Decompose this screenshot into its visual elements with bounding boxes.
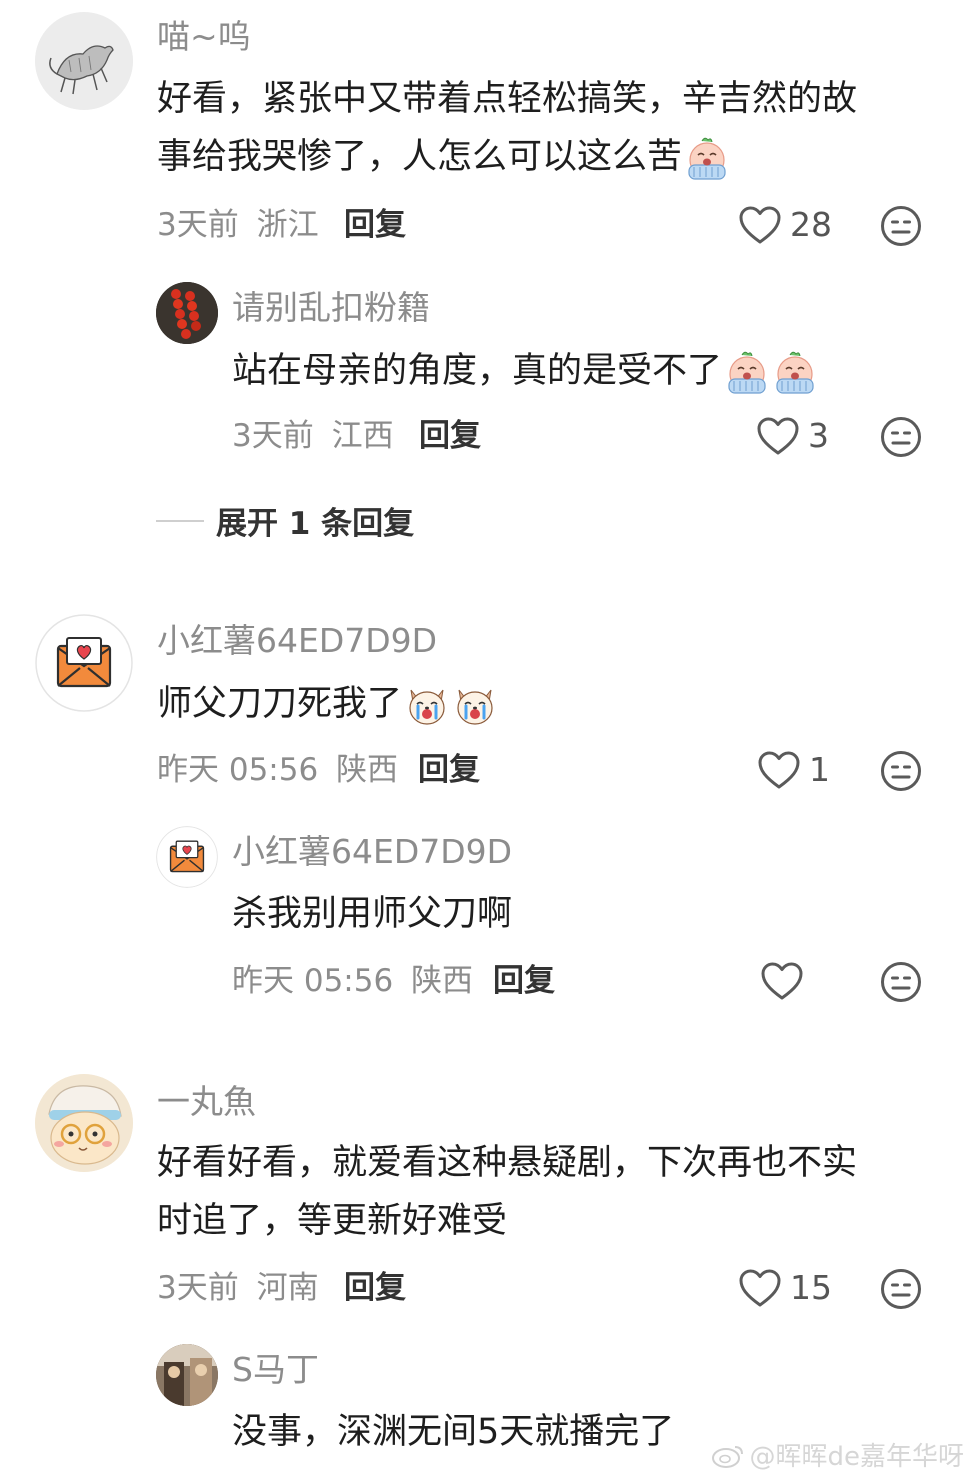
reply-username[interactable]: S马丁 <box>232 1350 319 1390</box>
comment-text-content: 师父刀刀死我了 <box>157 684 403 724</box>
comment-text: 师父刀刀死我了 <box>157 675 498 733</box>
crying-egg-emoji-icon <box>772 349 818 395</box>
reply-button[interactable]: 回复 <box>344 1268 406 1308</box>
meh-face-icon[interactable] <box>880 205 922 247</box>
reply-text: 站在母亲的角度，真的是受不了 <box>232 342 818 400</box>
reply-text: 杀我别用师父刀啊 <box>232 894 513 934</box>
heart-icon <box>738 1268 782 1308</box>
comment-username[interactable]: 喵~呜 <box>157 17 251 57</box>
reply-username[interactable]: 请别乱扣粉籍 <box>232 288 430 328</box>
heart-icon <box>756 416 800 456</box>
like-count: 28 <box>790 205 832 244</box>
comment-time: 昨天 05:56 <box>157 752 319 788</box>
reply-text: 没事，深渊无间5天就播完了 <box>232 1412 675 1452</box>
like-count: 1 <box>809 750 830 789</box>
heart-icon <box>757 750 801 790</box>
reply-meta: 3天前 江西 <box>232 416 394 456</box>
envelope-heart-avatar[interactable] <box>156 826 218 888</box>
like-button[interactable] <box>760 959 804 1003</box>
heart-icon <box>738 205 782 245</box>
comment-location: 陕西 <box>336 752 399 788</box>
reply-button[interactable]: 回复 <box>418 750 480 790</box>
photo-avatar[interactable] <box>156 1344 218 1406</box>
meh-face-icon[interactable] <box>880 1268 922 1310</box>
reply-button[interactable]: 回复 <box>344 205 406 245</box>
comment-location: 浙江 <box>256 207 319 243</box>
comment-meta: 3天前 河南 <box>157 1268 319 1308</box>
weibo-logo-icon <box>712 1445 744 1468</box>
red-beads-icon <box>156 282 218 344</box>
comment-text-line: 好看好看，就爱看这种悬疑剧，下次再也不实 <box>157 1143 858 1183</box>
watermark: @晖晖de嘉年华呀 <box>711 1436 964 1473</box>
comment-location: 河南 <box>256 1270 319 1306</box>
crying-dog-emoji-icon <box>404 682 450 728</box>
comment-text-line: 事给我哭惨了，人怎么可以这么苦 <box>157 128 857 186</box>
like-button[interactable]: 1 <box>757 748 830 792</box>
envelope-heart-avatar[interactable] <box>35 614 133 712</box>
comment-username[interactable]: 一丸魚 <box>157 1082 256 1122</box>
comment-text-line: 时追了，等更新好难受 <box>157 1201 508 1241</box>
divider-line <box>156 519 204 522</box>
reply-location: 江西 <box>331 418 394 454</box>
comment-text-line-2: 事给我哭惨了，人怎么可以这么苦 <box>157 137 683 177</box>
crying-dog-emoji-icon <box>452 682 498 728</box>
reply-time: 3天前 <box>232 418 314 454</box>
crying-egg-emoji-icon <box>724 349 770 395</box>
cartoon-bear-icon <box>35 1074 133 1172</box>
comment-text-line: 好看，紧张中又带着点轻松搞笑，辛吉然的故 <box>157 79 858 119</box>
comment-meta: 昨天 05:56 陕西 <box>157 750 398 790</box>
like-button[interactable]: 28 <box>738 203 832 247</box>
like-count: 15 <box>790 1268 832 1307</box>
cartoon-bear-avatar[interactable] <box>35 1074 133 1172</box>
comment-time: 3天前 <box>157 1270 239 1306</box>
comment-text: 好看好看，就爱看这种悬疑剧，下次再也不实 时追了，等更新好难受 <box>157 1134 857 1250</box>
reply-meta: 昨天 05:56 陕西 <box>232 961 473 1001</box>
reply-location: 陕西 <box>411 963 474 999</box>
cat-sketch-icon <box>35 12 133 110</box>
meh-face-icon[interactable] <box>880 416 922 458</box>
reply-text-content: 站在母亲的角度，真的是受不了 <box>232 351 723 391</box>
like-button[interactable]: 3 <box>756 414 829 458</box>
comment-username[interactable]: 小红薯64ED7D9D <box>157 621 437 661</box>
meh-face-icon[interactable] <box>880 961 922 1003</box>
expand-replies-button[interactable]: 展开 1 条回复 <box>156 498 414 543</box>
watermark-text: @晖晖de嘉年华呀 <box>749 1442 964 1472</box>
cat-sketch-avatar[interactable] <box>35 12 133 110</box>
heart-icon <box>760 961 804 1001</box>
expand-replies-label: 展开 1 条回复 <box>216 506 415 542</box>
like-count: 3 <box>808 416 829 455</box>
crying-egg-emoji-icon <box>684 135 730 181</box>
envelope-heart-icon <box>156 826 218 888</box>
comment-item: 喵~呜 好看，紧张中又带着点轻松搞笑，辛吉然的故 事给我哭惨了，人怎么可以这么苦… <box>0 0 974 560</box>
reply-time: 昨天 05:56 <box>232 963 394 999</box>
reply-button[interactable]: 回复 <box>419 416 481 456</box>
comment-meta: 3天前 浙江 <box>157 205 319 245</box>
reply-username[interactable]: 小红薯64ED7D9D <box>232 832 512 872</box>
meh-face-icon[interactable] <box>880 750 922 792</box>
comment-time: 3天前 <box>157 207 239 243</box>
like-button[interactable]: 15 <box>738 1266 832 1310</box>
red-beads-avatar[interactable] <box>156 282 218 344</box>
reply-button[interactable]: 回复 <box>493 961 555 1001</box>
photo-icon <box>156 1344 218 1406</box>
envelope-heart-icon <box>35 614 133 712</box>
comment-text: 好看，紧张中又带着点轻松搞笑，辛吉然的故 事给我哭惨了，人怎么可以这么苦 <box>157 70 857 186</box>
